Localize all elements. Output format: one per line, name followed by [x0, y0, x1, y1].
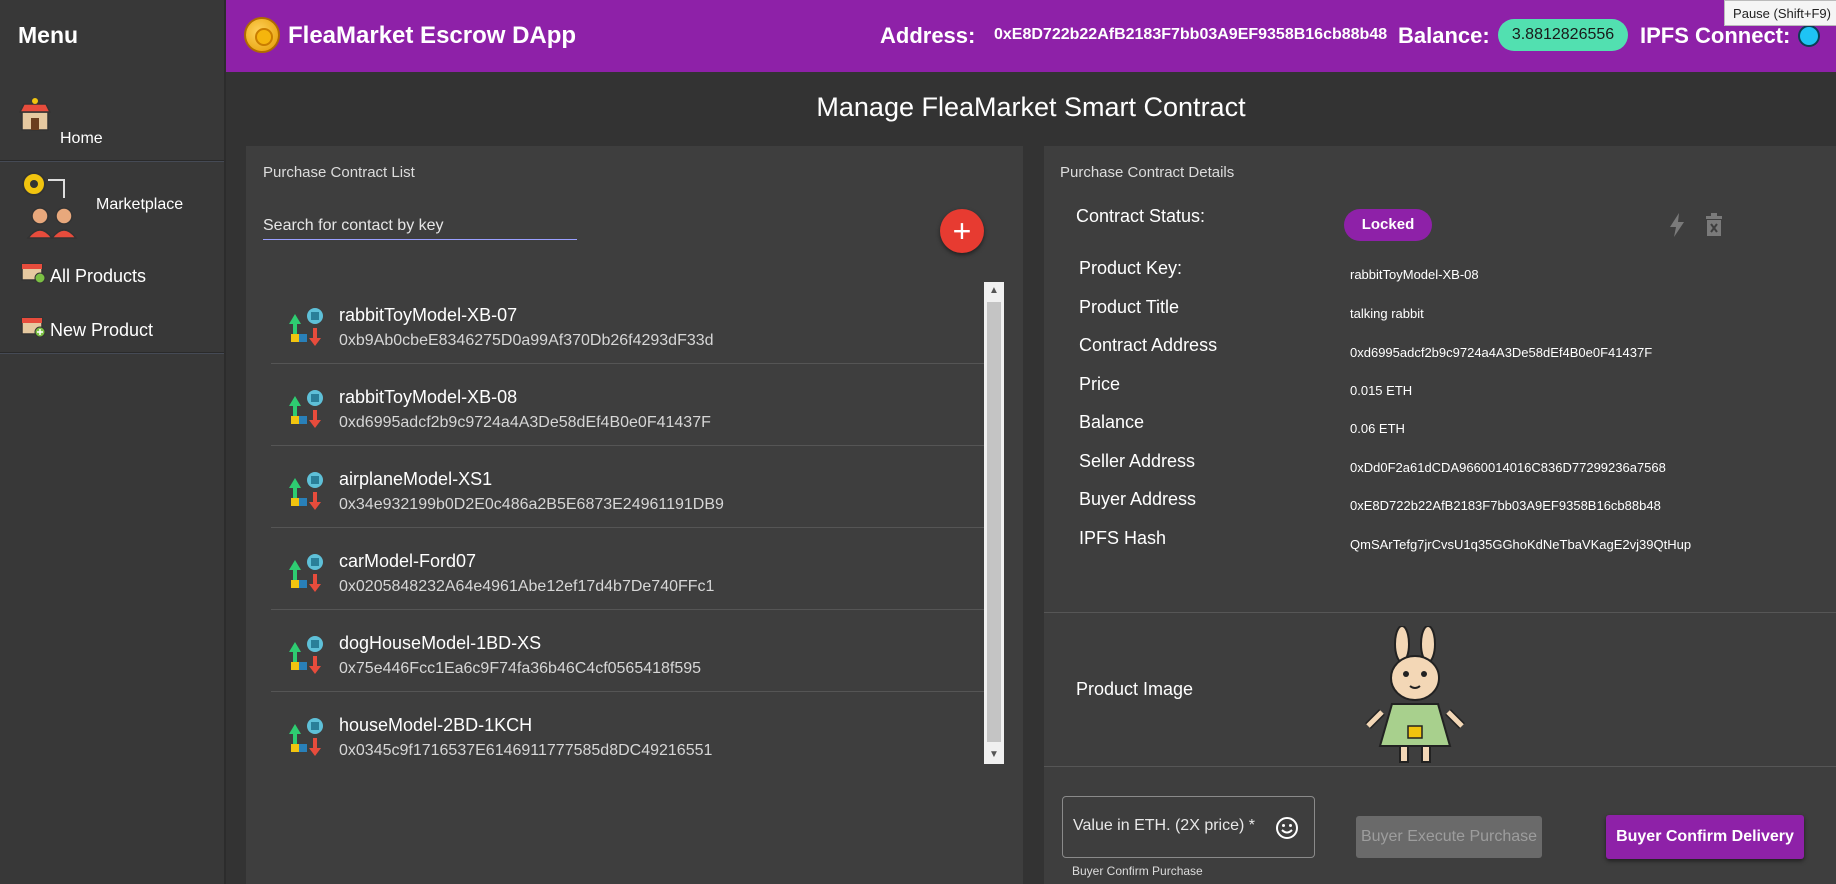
transfer-icon	[289, 636, 323, 674]
sidebar-item-label: New Product	[50, 320, 154, 340]
balance-label: Balance:	[1398, 23, 1490, 48]
contract-key: rabbitToyModel-XB-07	[339, 305, 518, 325]
scroll-thumb[interactable]	[987, 302, 1001, 742]
execute-purchase-button[interactable]: Buyer Execute Purchase	[1356, 816, 1542, 858]
contract-address: 0x0345c9f1716537E6146911777585d8DC492165…	[339, 742, 713, 759]
field-label: Seller Address	[1079, 451, 1196, 471]
contract-key: airplaneModel-XS1	[339, 469, 493, 489]
contract-address: 0x75e446Fcc1Ea6c9F74fa36b46C4cf0565418f5…	[339, 660, 702, 677]
field-label: Balance	[1079, 412, 1145, 432]
sidebar-item-label: Home	[60, 130, 103, 147]
contract-details-panel: Purchase Contract Details Contract Statu…	[1044, 146, 1836, 884]
divider	[1044, 766, 1836, 767]
contract-list: rabbitToyModel-XB-07 0xb9Ab0cbeE8346275D…	[271, 282, 984, 764]
sidebar-item-all-products[interactable]: All Products	[0, 258, 224, 294]
new-product-icon	[21, 317, 46, 338]
top-bar: FleaMarket Escrow DApp Address: 0xE8D722…	[226, 0, 1836, 72]
list-item[interactable]: rabbitToyModel-XB-08 0xd6995adcf2b9c9724…	[271, 364, 984, 446]
store-icon	[18, 98, 52, 131]
field-value: 0xd6995adcf2b9c9724a4A3De58dEf4B0e0F4143…	[1350, 345, 1653, 360]
plus-icon: +	[952, 213, 972, 249]
tooltip: Pause (Shift+F9)	[1724, 0, 1836, 26]
list-item[interactable]: houseModel-2BD-1KCH 0x0345c9f1716537E614…	[271, 692, 984, 774]
page-title: Manage FleaMarket Smart Contract	[816, 92, 1246, 122]
bolt-icon[interactable]	[1668, 212, 1686, 238]
panel-title: Purchase Contract List	[263, 164, 415, 181]
coin-logo-icon	[244, 17, 280, 53]
contract-address: 0x0205848232A64e4961Abe12ef17d4b7De740FF…	[339, 578, 715, 595]
field-label: Buyer Address	[1079, 489, 1197, 509]
sidebar: Menu Home Marketplace All Products New P…	[0, 0, 226, 884]
transfer-icon	[289, 308, 323, 346]
contract-key: houseModel-2BD-1KCH	[339, 715, 533, 735]
sidebar-item-label: All Products	[50, 266, 147, 286]
ipfs-status-icon	[1798, 25, 1820, 47]
contract-key: dogHouseModel-1BD-XS	[339, 633, 542, 653]
contract-address: 0x34e932199b0D2E0c486a2B5E6873E24961191D…	[339, 496, 724, 513]
rabbit-image	[1365, 626, 1465, 763]
status-label: Contract Status:	[1076, 206, 1206, 226]
emoji-icon[interactable]	[1275, 816, 1299, 840]
app-title: FleaMarket Escrow DApp	[288, 22, 577, 49]
transfer-icon	[289, 472, 323, 510]
field-value: 0.06 ETH	[1350, 421, 1405, 436]
field-value: rabbitToyModel-XB-08	[1350, 267, 1479, 282]
menu-title: Menu	[18, 22, 79, 48]
helper-text: Buyer Confirm Purchase	[1072, 864, 1203, 878]
eth-value-field[interactable]	[1062, 796, 1315, 858]
scroll-up-icon[interactable]: ▲	[984, 282, 1004, 300]
contract-list-panel: Purchase Contract List + rabbitToyModel-…	[246, 146, 1023, 884]
field-value: talking rabbit	[1350, 306, 1424, 321]
address-label: Address:	[880, 23, 976, 48]
field-value: 0xDd0F2a61dCDA9660014016C836D77299236a75…	[1350, 460, 1666, 475]
divider	[0, 352, 224, 354]
scrollbar[interactable]: ▲ ▼	[984, 282, 1004, 764]
list-item[interactable]: rabbitToyModel-XB-07 0xb9Ab0cbeE8346275D…	[271, 282, 984, 364]
sidebar-item-home[interactable]: Home	[0, 96, 224, 156]
confirm-delivery-button[interactable]: Buyer Confirm Delivery	[1606, 815, 1804, 859]
contract-key: rabbitToyModel-XB-08	[339, 387, 518, 407]
balance-badge: 3.8812826556	[1498, 19, 1628, 51]
sidebar-item-label: Marketplace	[96, 196, 184, 213]
eth-value-input[interactable]	[1073, 817, 1263, 835]
scroll-down-icon[interactable]: ▼	[984, 746, 1004, 764]
field-label: Product Key:	[1079, 258, 1183, 278]
field-value: QmSArTefg7jrCvsU1q35GGhoKdNeTbaVKagE2vj3…	[1350, 537, 1692, 552]
field-value: 0xE8D722b22AfB2183F7bb03A9EF9358B16cb88b…	[1350, 498, 1661, 513]
search-input[interactable]	[263, 212, 577, 240]
address-value: 0xE8D722b22AfB2183F7bb03A9EF9358B16cb88b…	[994, 26, 1388, 43]
sidebar-item-new-product[interactable]: New Product	[0, 312, 224, 348]
status-badge: Locked	[1344, 209, 1432, 241]
panel-title: Purchase Contract Details	[1060, 164, 1235, 181]
product-image-label: Product Image	[1076, 679, 1194, 699]
transfer-icon	[289, 390, 323, 428]
transfer-icon	[289, 554, 323, 592]
list-item[interactable]: dogHouseModel-1BD-XS 0x75e446Fcc1Ea6c9F7…	[271, 610, 984, 692]
contract-key: carModel-Ford07	[339, 551, 477, 571]
field-label: Contract Address	[1079, 335, 1218, 355]
divider	[1044, 612, 1836, 613]
field-value: 0.015 ETH	[1350, 383, 1413, 398]
products-icon	[21, 263, 46, 284]
add-contract-button[interactable]: +	[940, 209, 984, 253]
list-item[interactable]: carModel-Ford07 0x0205848232A64e4961Abe1…	[271, 528, 984, 610]
transfer-icon	[289, 718, 323, 756]
list-item[interactable]: airplaneModel-XS1 0x34e932199b0D2E0c486a…	[271, 446, 984, 528]
gear-people-icon	[22, 172, 78, 239]
field-label: Price	[1079, 374, 1121, 394]
field-label: IPFS Hash	[1079, 528, 1167, 548]
trash-icon[interactable]	[1704, 212, 1724, 238]
sidebar-item-marketplace[interactable]: Marketplace	[0, 168, 224, 244]
contract-address: 0xb9Ab0cbeE8346275D0a99Af370Db26f4293dF3…	[339, 332, 714, 349]
field-label: Product Title	[1079, 297, 1180, 317]
divider	[0, 160, 224, 162]
contract-address: 0xd6995adcf2b9c9724a4A3De58dEf4B0e0F4143…	[339, 414, 711, 431]
